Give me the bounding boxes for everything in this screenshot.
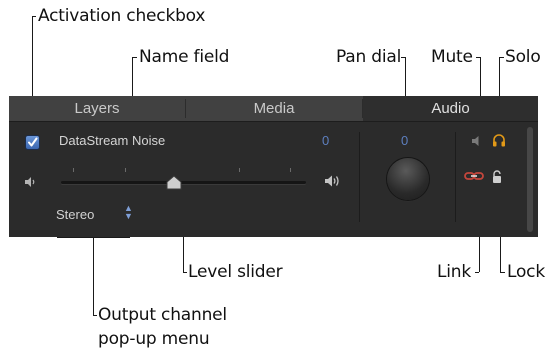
link-icon[interactable] — [464, 171, 484, 181]
audio-track-row: DataStream Noise 0 Stereo ▲ ▼ 0 — [9, 122, 538, 237]
callout-output-channel-line2: pop-up menu — [98, 329, 210, 349]
column-divider — [359, 132, 360, 222]
callout-lock: Lock — [507, 262, 545, 282]
callout-output-channel-line1: Output channel — [98, 305, 227, 325]
audio-panel: Layers Media Audio DataStream Noise 0 St… — [9, 96, 538, 237]
level-slider-thumb[interactable] — [166, 175, 182, 191]
callout-activation-checkbox: Activation checkbox — [38, 6, 206, 26]
lock-icon[interactable] — [491, 170, 503, 184]
leader-link-h — [475, 272, 479, 273]
callout-name-field: Name field — [139, 47, 230, 67]
leader-level-h — [183, 272, 187, 273]
callout-link: Link — [437, 262, 472, 282]
level-value[interactable]: 0 — [322, 133, 329, 148]
headphones-icon[interactable] — [492, 134, 506, 147]
tab-layers[interactable]: Layers — [9, 96, 185, 121]
level-tick — [73, 168, 74, 172]
pan-dial[interactable] — [387, 158, 429, 200]
level-slider-track[interactable] — [61, 181, 306, 184]
speaker-high-icon — [325, 175, 339, 187]
leader-lock-h — [500, 272, 505, 273]
activation-checkbox[interactable] — [26, 136, 39, 149]
callout-solo: Solo — [505, 47, 541, 67]
level-tick — [239, 168, 240, 172]
leader-output-h — [93, 315, 97, 316]
level-tick — [290, 168, 291, 172]
scrollbar[interactable] — [527, 127, 533, 232]
leader-output — [93, 237, 94, 315]
leader-solo-h — [499, 57, 504, 58]
callout-level-slider: Level slider — [188, 262, 283, 282]
callout-mute: Mute — [431, 47, 473, 67]
column-divider — [455, 132, 456, 222]
leader-activation-h — [32, 16, 36, 17]
tab-audio[interactable]: Audio — [363, 96, 538, 121]
tab-bar: Layers Media Audio — [9, 96, 538, 122]
speaker-low-icon — [25, 177, 35, 187]
leader-name-h — [132, 57, 137, 58]
leader-mute-h — [476, 57, 481, 58]
leader-pan-h — [401, 57, 406, 58]
tab-media[interactable]: Media — [186, 96, 362, 121]
name-field[interactable]: DataStream Noise — [59, 133, 165, 148]
popup-arrows-icon[interactable]: ▲ ▼ — [124, 204, 133, 221]
checkmark-icon — [28, 137, 38, 147]
level-tick — [125, 168, 126, 172]
speaker-mute-icon[interactable] — [471, 135, 481, 147]
output-channel-popup[interactable]: Stereo — [56, 207, 94, 222]
callout-pan-dial: Pan dial — [336, 47, 402, 67]
pan-value[interactable]: 0 — [401, 133, 408, 148]
